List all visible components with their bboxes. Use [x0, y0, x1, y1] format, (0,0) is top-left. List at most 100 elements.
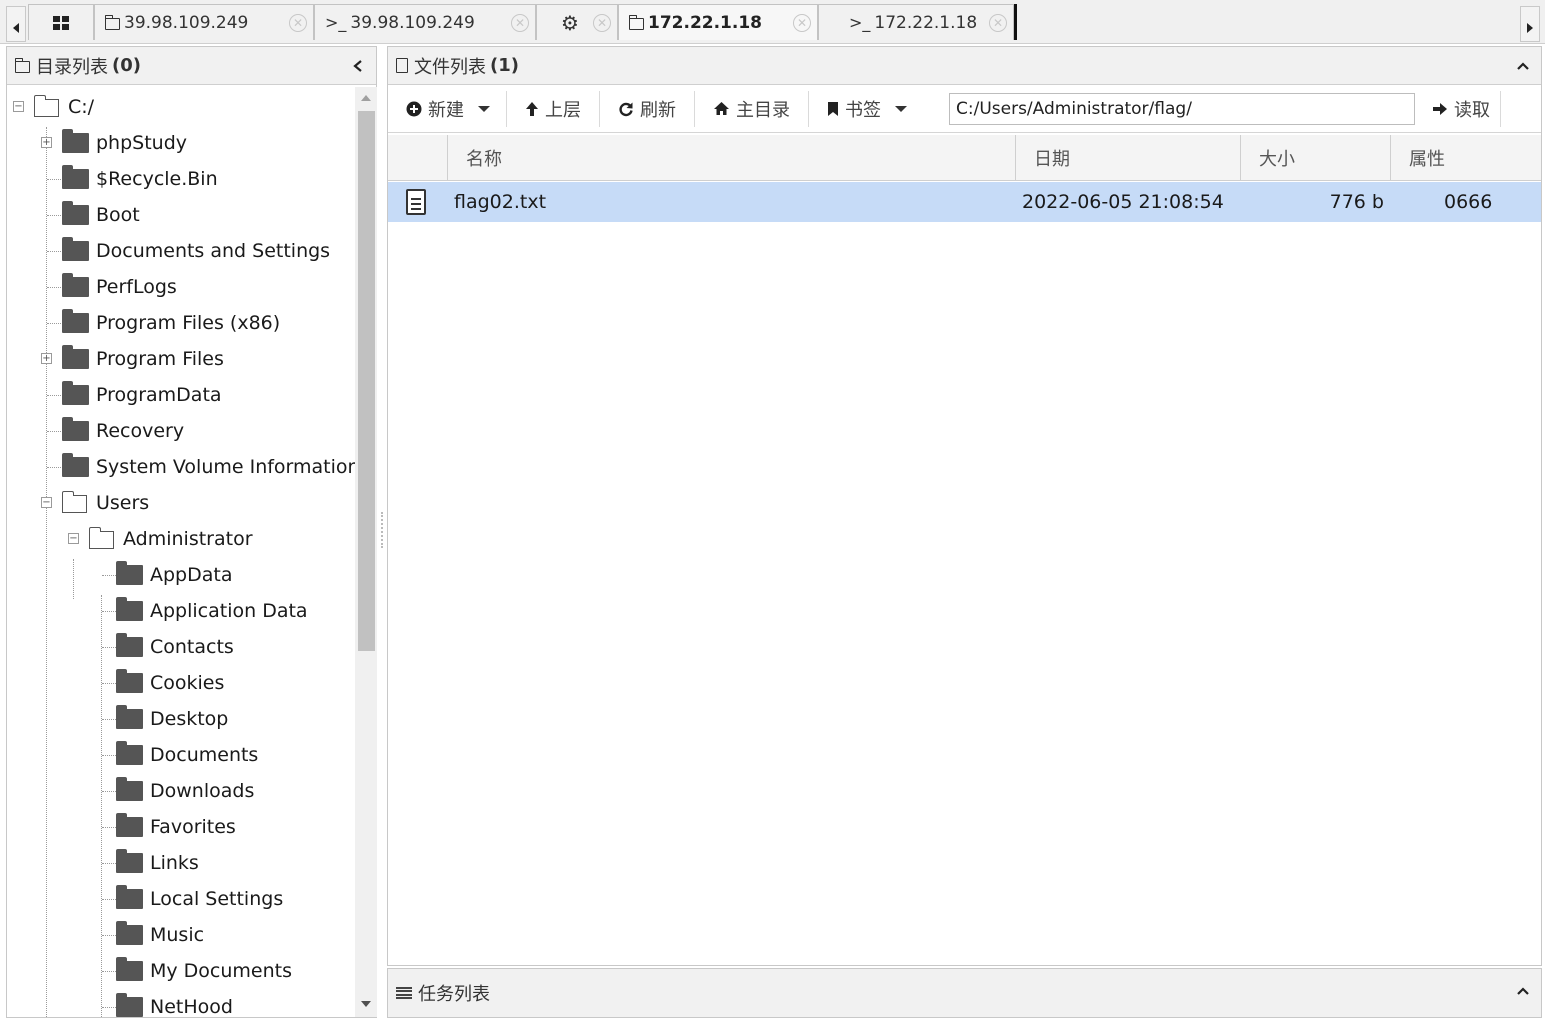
collapse-toggle[interactable]: −: [41, 497, 52, 508]
tab-settings[interactable]: ⚙ ✕: [536, 4, 618, 40]
tree-item-label: $Recycle.Bin: [96, 168, 218, 190]
column-header-date[interactable]: 日期: [1016, 135, 1241, 181]
collapse-panel-button[interactable]: [1513, 56, 1533, 76]
tree-item-boot[interactable]: Boot: [62, 197, 140, 233]
tree-item-documents[interactable]: Documents: [116, 737, 258, 773]
panel-splitter[interactable]: [381, 512, 383, 548]
refresh-button[interactable]: 刷新: [600, 90, 695, 127]
expand-panel-button[interactable]: [1513, 981, 1533, 1001]
tree-item-perflogs[interactable]: PerfLogs: [62, 269, 177, 305]
collapse-panel-button[interactable]: [348, 56, 368, 76]
tree-item-appdata[interactable]: AppData: [116, 557, 233, 593]
grid-icon: [53, 15, 69, 30]
scrollbar-thumb[interactable]: [358, 111, 375, 651]
folder-icon: [116, 669, 143, 693]
chevron-up-icon: [1517, 987, 1529, 995]
tree-item-label: My Documents: [150, 960, 293, 982]
column-header-size[interactable]: 大小: [1241, 135, 1391, 181]
directory-count: (0): [112, 55, 141, 76]
close-icon[interactable]: ✕: [793, 14, 811, 32]
tree-item-application-data[interactable]: Application Data: [116, 593, 308, 629]
folder-icon: [116, 921, 143, 945]
caret-down-icon: [895, 105, 907, 112]
file-size: 776 b: [1329, 191, 1384, 213]
folder-icon: [628, 15, 644, 30]
folder-icon: [116, 813, 143, 837]
folder-icon: [116, 633, 143, 657]
tree-item-desktop[interactable]: Desktop: [116, 701, 228, 737]
tree-item-label: AppData: [150, 564, 233, 586]
close-icon[interactable]: ✕: [289, 14, 307, 32]
tree-item-root[interactable]: C:/: [33, 89, 95, 125]
tree-item-program-files[interactable]: Program Files: [62, 341, 224, 377]
tree-scrollbar[interactable]: [355, 87, 377, 1017]
tab-files-39.98.109.249[interactable]: 39.98.109.249 ✕: [94, 4, 314, 40]
tree-item-label: Contacts: [150, 636, 234, 658]
tree-item-recovery[interactable]: Recovery: [62, 413, 184, 449]
terminal-icon: >_: [849, 13, 871, 32]
tree-item-favorites[interactable]: Favorites: [116, 809, 236, 845]
tree-item-label: C:/: [68, 96, 95, 118]
close-icon[interactable]: ✕: [593, 14, 611, 32]
tree-item-cookies[interactable]: Cookies: [116, 665, 224, 701]
tree-item-contacts[interactable]: Contacts: [116, 629, 234, 665]
folder-open-icon: [61, 491, 87, 513]
tree-item-music[interactable]: Music: [116, 917, 204, 953]
tree-item-programdata[interactable]: ProgramData: [62, 377, 222, 413]
column-header-attr[interactable]: 属性: [1391, 135, 1541, 181]
close-icon[interactable]: ✕: [511, 14, 529, 32]
file-list-header: 文件列表 (1): [388, 47, 1541, 85]
expand-toggle[interactable]: +: [41, 353, 52, 364]
file-toolbar: 新建 上层 刷新 主目录 书签 读取: [388, 85, 1541, 133]
tab-label: 39.98.109.249: [350, 12, 475, 33]
close-icon[interactable]: ✕: [989, 14, 1007, 32]
up-button[interactable]: 上层: [507, 90, 600, 127]
folder-icon: [62, 273, 89, 297]
tree-item-recycle-bin[interactable]: $Recycle.Bin: [62, 161, 218, 197]
tree-item-administrator[interactable]: Administrator: [88, 521, 253, 557]
arrow-right-icon: [1433, 103, 1447, 115]
folder-icon: [116, 777, 143, 801]
tab-label: 172.22.1.18: [648, 12, 763, 33]
tree-item-documents-and-settings[interactable]: Documents and Settings: [62, 233, 330, 269]
scroll-down-icon[interactable]: [361, 1001, 371, 1007]
tree-item-nethood[interactable]: NetHood: [116, 989, 233, 1017]
home-button[interactable]: 主目录: [695, 90, 809, 127]
bookmark-button[interactable]: 书签: [809, 91, 919, 127]
plus-circle-icon: [406, 101, 422, 116]
folder-icon: [62, 417, 89, 441]
tree-item-users[interactable]: Users: [61, 485, 149, 521]
tab-scroll-right-button[interactable]: [1520, 6, 1540, 42]
tab-files-172.22.1.18[interactable]: 172.22.1.18 ✕: [618, 4, 818, 40]
tree-item-downloads[interactable]: Downloads: [116, 773, 254, 809]
tab-home[interactable]: [28, 4, 94, 40]
tree-item-label: Downloads: [150, 780, 255, 802]
tree-item-program-files-x86[interactable]: Program Files (x86): [62, 305, 280, 341]
collapse-toggle[interactable]: −: [13, 101, 24, 112]
tab-label: 39.98.109.249: [124, 12, 249, 33]
expand-toggle[interactable]: +: [41, 137, 52, 148]
column-header-name[interactable]: 名称: [448, 135, 1016, 181]
select-column-header[interactable]: [388, 135, 448, 181]
arrow-right-icon: [1527, 23, 1533, 33]
tab-bar: 39.98.109.249 ✕ >_ 39.98.109.249 ✕ ⚙ ✕ 17…: [0, 0, 1545, 44]
refresh-button-label: 刷新: [640, 99, 676, 121]
path-input[interactable]: [949, 93, 1415, 125]
tab-terminal-172.22.1.18[interactable]: >_ 172.22.1.18 ✕: [818, 4, 1014, 40]
tab-scroll-left-button[interactable]: [6, 6, 26, 42]
collapse-toggle[interactable]: −: [68, 533, 79, 544]
column-header-label: 名称: [466, 149, 502, 170]
gear-icon: ⚙: [561, 10, 579, 35]
new-button[interactable]: 新建: [394, 90, 507, 127]
tree-item-my-documents[interactable]: My Documents: [116, 953, 292, 989]
read-button[interactable]: 读取: [1422, 91, 1501, 127]
scroll-up-icon[interactable]: [361, 95, 371, 101]
tree-item-system-volume-information[interactable]: System Volume Information: [62, 449, 355, 485]
tree-item-links[interactable]: Links: [116, 845, 199, 881]
table-row[interactable]: flag02.txt 2022-06-05 21:08:54 776 b 066…: [388, 182, 1541, 222]
tab-terminal-39.98.109.249[interactable]: >_ 39.98.109.249 ✕: [314, 4, 536, 40]
tree-item-local-settings[interactable]: Local Settings: [116, 881, 283, 917]
task-list-header[interactable]: 任务列表: [388, 969, 1541, 1017]
tree-item-phpstudy[interactable]: phpStudy: [62, 125, 187, 161]
tree-item-label: Recovery: [96, 420, 185, 442]
